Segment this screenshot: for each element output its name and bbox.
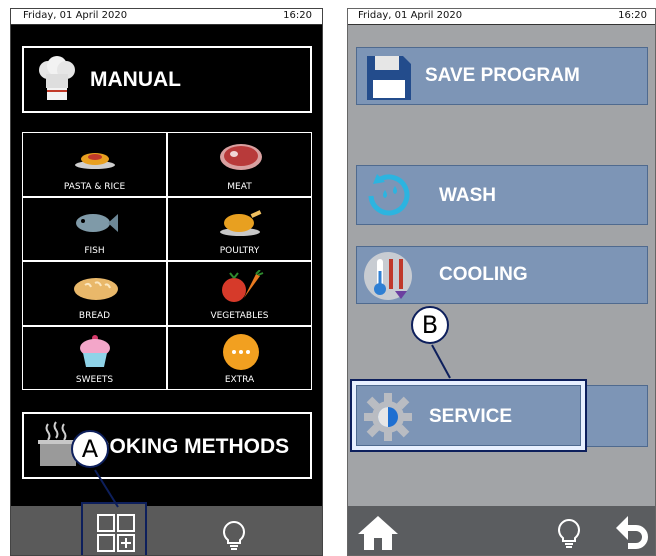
- callout-lines: [94, 344, 451, 508]
- callout-b: B: [411, 306, 449, 344]
- callout-a: A: [71, 430, 109, 468]
